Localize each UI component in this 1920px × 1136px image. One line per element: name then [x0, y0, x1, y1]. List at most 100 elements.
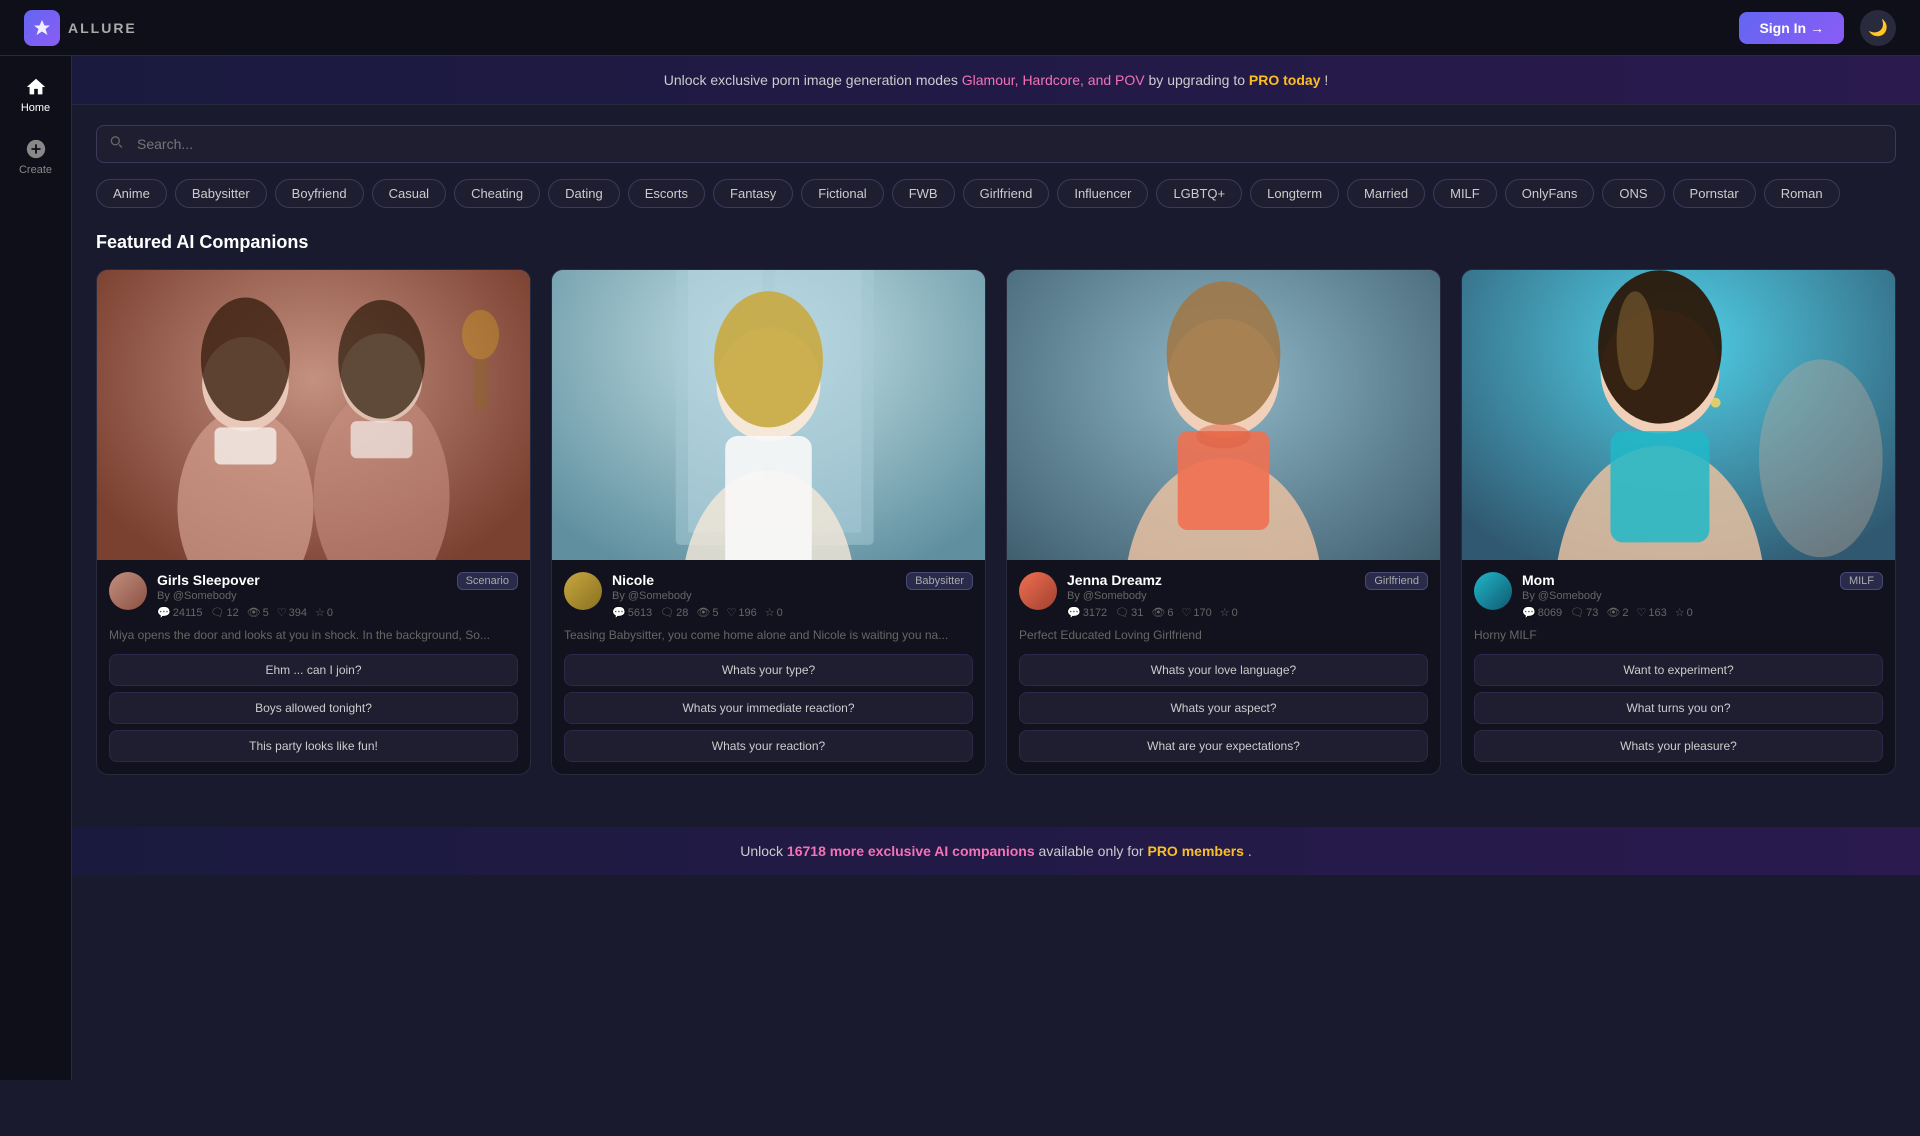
- action-4-3[interactable]: Whats your pleasure?: [1474, 730, 1883, 762]
- tags-row: Anime Babysitter Boyfriend Casual Cheati…: [96, 179, 1896, 208]
- home-icon: [25, 76, 47, 98]
- action-2-3[interactable]: Whats your reaction?: [564, 730, 973, 762]
- card-likes-3: ♡ 170: [1182, 606, 1212, 619]
- tag-influencer[interactable]: Influencer: [1057, 179, 1148, 208]
- card-girls-sleepover[interactable]: Girls Sleepover By @Somebody 💬 24115 🗨 1…: [96, 269, 531, 775]
- card-messages-1: 💬 24115: [157, 606, 202, 619]
- card-messages-3: 💬 3172: [1067, 606, 1107, 619]
- topbar-right: Sign In → 🌙: [1739, 10, 1896, 46]
- card-badge-3: Girlfriend: [1365, 572, 1428, 590]
- star-icon-4: ☆: [1675, 606, 1685, 619]
- bottom-count: 16718 more exclusive AI companions: [787, 843, 1035, 859]
- star-icon-1: ☆: [315, 606, 325, 619]
- bottom-text-middle: available only for: [1039, 843, 1148, 859]
- card-stats-4: 💬 8069 🗨 73 👁 2: [1522, 606, 1830, 619]
- card-meta-3: Jenna Dreamz By @Somebody 💬 3172 🗨 31: [1067, 572, 1355, 619]
- card-meta-2: Nicole By @Somebody 💬 5613 🗨 28: [612, 572, 896, 619]
- action-1-1[interactable]: Ehm ... can I join?: [109, 654, 518, 686]
- card-comments-3: 🗨 31: [1115, 606, 1143, 619]
- card-desc-1: Miya opens the door and looks at you in …: [109, 627, 518, 644]
- eye-icon-3: 👁: [1151, 606, 1165, 619]
- tag-ons[interactable]: ONS: [1602, 179, 1664, 208]
- comment-icon-3: 🗨: [1115, 606, 1129, 619]
- tag-longterm[interactable]: Longterm: [1250, 179, 1339, 208]
- card-by-3: By @Somebody: [1067, 590, 1355, 602]
- card-comments-4: 🗨 73: [1570, 606, 1598, 619]
- tag-pornstar[interactable]: Pornstar: [1673, 179, 1756, 208]
- content-area: Anime Babysitter Boyfriend Casual Cheati…: [72, 105, 1920, 819]
- tag-milf[interactable]: MILF: [1433, 179, 1497, 208]
- tag-fwb[interactable]: FWB: [892, 179, 955, 208]
- card-badge-1: Scenario: [457, 572, 518, 590]
- topbar: ALLURE Sign In → 🌙: [0, 0, 1920, 56]
- card-nicole[interactable]: Nicole By @Somebody 💬 5613 🗨 28: [551, 269, 986, 775]
- heart-icon-4: ♡: [1637, 606, 1647, 619]
- sidebar-create-label: Create: [19, 164, 52, 176]
- action-4-1[interactable]: Want to experiment?: [1474, 654, 1883, 686]
- tag-girlfriend[interactable]: Girlfriend: [963, 179, 1050, 208]
- eye-icon-1: 👁: [247, 606, 261, 619]
- tag-babysitter[interactable]: Babysitter: [175, 179, 267, 208]
- card-meta-4: Mom By @Somebody 💬 8069 🗨 73: [1522, 572, 1830, 619]
- tag-anime[interactable]: Anime: [96, 179, 167, 208]
- sidebar-item-home[interactable]: Home: [21, 76, 50, 114]
- action-3-3[interactable]: What are your expectations?: [1019, 730, 1428, 762]
- card-stats-2: 💬 5613 🗨 28 👁 5: [612, 606, 896, 619]
- action-2-1[interactable]: Whats your type?: [564, 654, 973, 686]
- card-desc-2: Teasing Babysitter, you come home alone …: [564, 627, 973, 644]
- card-info-3: Jenna Dreamz By @Somebody 💬 3172 🗨 31: [1007, 560, 1440, 774]
- card-by-2: By @Somebody: [612, 590, 896, 602]
- tag-lgbtq[interactable]: LGBTQ+: [1156, 179, 1242, 208]
- card-actions-4: Want to experiment? What turns you on? W…: [1474, 654, 1883, 762]
- card-stars-4: ☆ 0: [1675, 606, 1693, 619]
- tag-dating[interactable]: Dating: [548, 179, 620, 208]
- card-desc-4: Horny MILF: [1474, 627, 1883, 644]
- tag-onlyfans[interactable]: OnlyFans: [1505, 179, 1595, 208]
- banner-text-after: !: [1324, 72, 1328, 88]
- search-container: [96, 125, 1896, 163]
- tag-fantasy[interactable]: Fantasy: [713, 179, 793, 208]
- logo: ALLURE: [24, 10, 137, 46]
- plus-icon: [25, 138, 47, 160]
- eye-icon-2: 👁: [696, 606, 710, 619]
- card-mom[interactable]: Mom By @Somebody 💬 8069 🗨 73: [1461, 269, 1896, 775]
- signin-button[interactable]: Sign In →: [1739, 12, 1844, 44]
- card-jenna[interactable]: Jenna Dreamz By @Somebody 💬 3172 🗨 31: [1006, 269, 1441, 775]
- avatar-4: [1474, 572, 1512, 610]
- card-image-4: [1462, 270, 1895, 560]
- tag-escorts[interactable]: Escorts: [628, 179, 705, 208]
- tag-casual[interactable]: Casual: [372, 179, 446, 208]
- heart-icon-2: ♡: [727, 606, 737, 619]
- bottom-text-after: .: [1248, 843, 1252, 859]
- tag-roman[interactable]: Roman: [1764, 179, 1840, 208]
- avatar-3: [1019, 572, 1057, 610]
- card-image-3: [1007, 270, 1440, 560]
- action-1-3[interactable]: This party looks like fun!: [109, 730, 518, 762]
- tag-fictional[interactable]: Fictional: [801, 179, 883, 208]
- action-2-2[interactable]: Whats your immediate reaction?: [564, 692, 973, 724]
- card-messages-4: 💬 8069: [1522, 606, 1562, 619]
- search-icon: [108, 134, 124, 155]
- card-stars-1: ☆ 0: [315, 606, 333, 619]
- eye-icon-4: 👁: [1606, 606, 1620, 619]
- card-views-3: 👁 6: [1151, 606, 1173, 619]
- tag-married[interactable]: Married: [1347, 179, 1425, 208]
- heart-icon-3: ♡: [1182, 606, 1192, 619]
- card-header-4: Mom By @Somebody 💬 8069 🗨 73: [1474, 572, 1883, 619]
- heart-icon-1: ♡: [277, 606, 287, 619]
- card-comments-1: 🗨 12: [210, 606, 238, 619]
- dark-mode-button[interactable]: 🌙: [1860, 10, 1896, 46]
- bottom-text-before: Unlock: [740, 843, 787, 859]
- action-3-2[interactable]: Whats your aspect?: [1019, 692, 1428, 724]
- action-4-2[interactable]: What turns you on?: [1474, 692, 1883, 724]
- card-likes-1: ♡ 394: [277, 606, 307, 619]
- sidebar-item-create[interactable]: Create: [19, 138, 52, 176]
- action-3-1[interactable]: Whats your love language?: [1019, 654, 1428, 686]
- card-header-1: Girls Sleepover By @Somebody 💬 24115 🗨 1…: [109, 572, 518, 619]
- tag-cheating[interactable]: Cheating: [454, 179, 540, 208]
- star-icon-3: ☆: [1220, 606, 1230, 619]
- action-1-2[interactable]: Boys allowed tonight?: [109, 692, 518, 724]
- tag-boyfriend[interactable]: Boyfriend: [275, 179, 364, 208]
- card-comments-2: 🗨 28: [660, 606, 688, 619]
- search-input[interactable]: [96, 125, 1896, 163]
